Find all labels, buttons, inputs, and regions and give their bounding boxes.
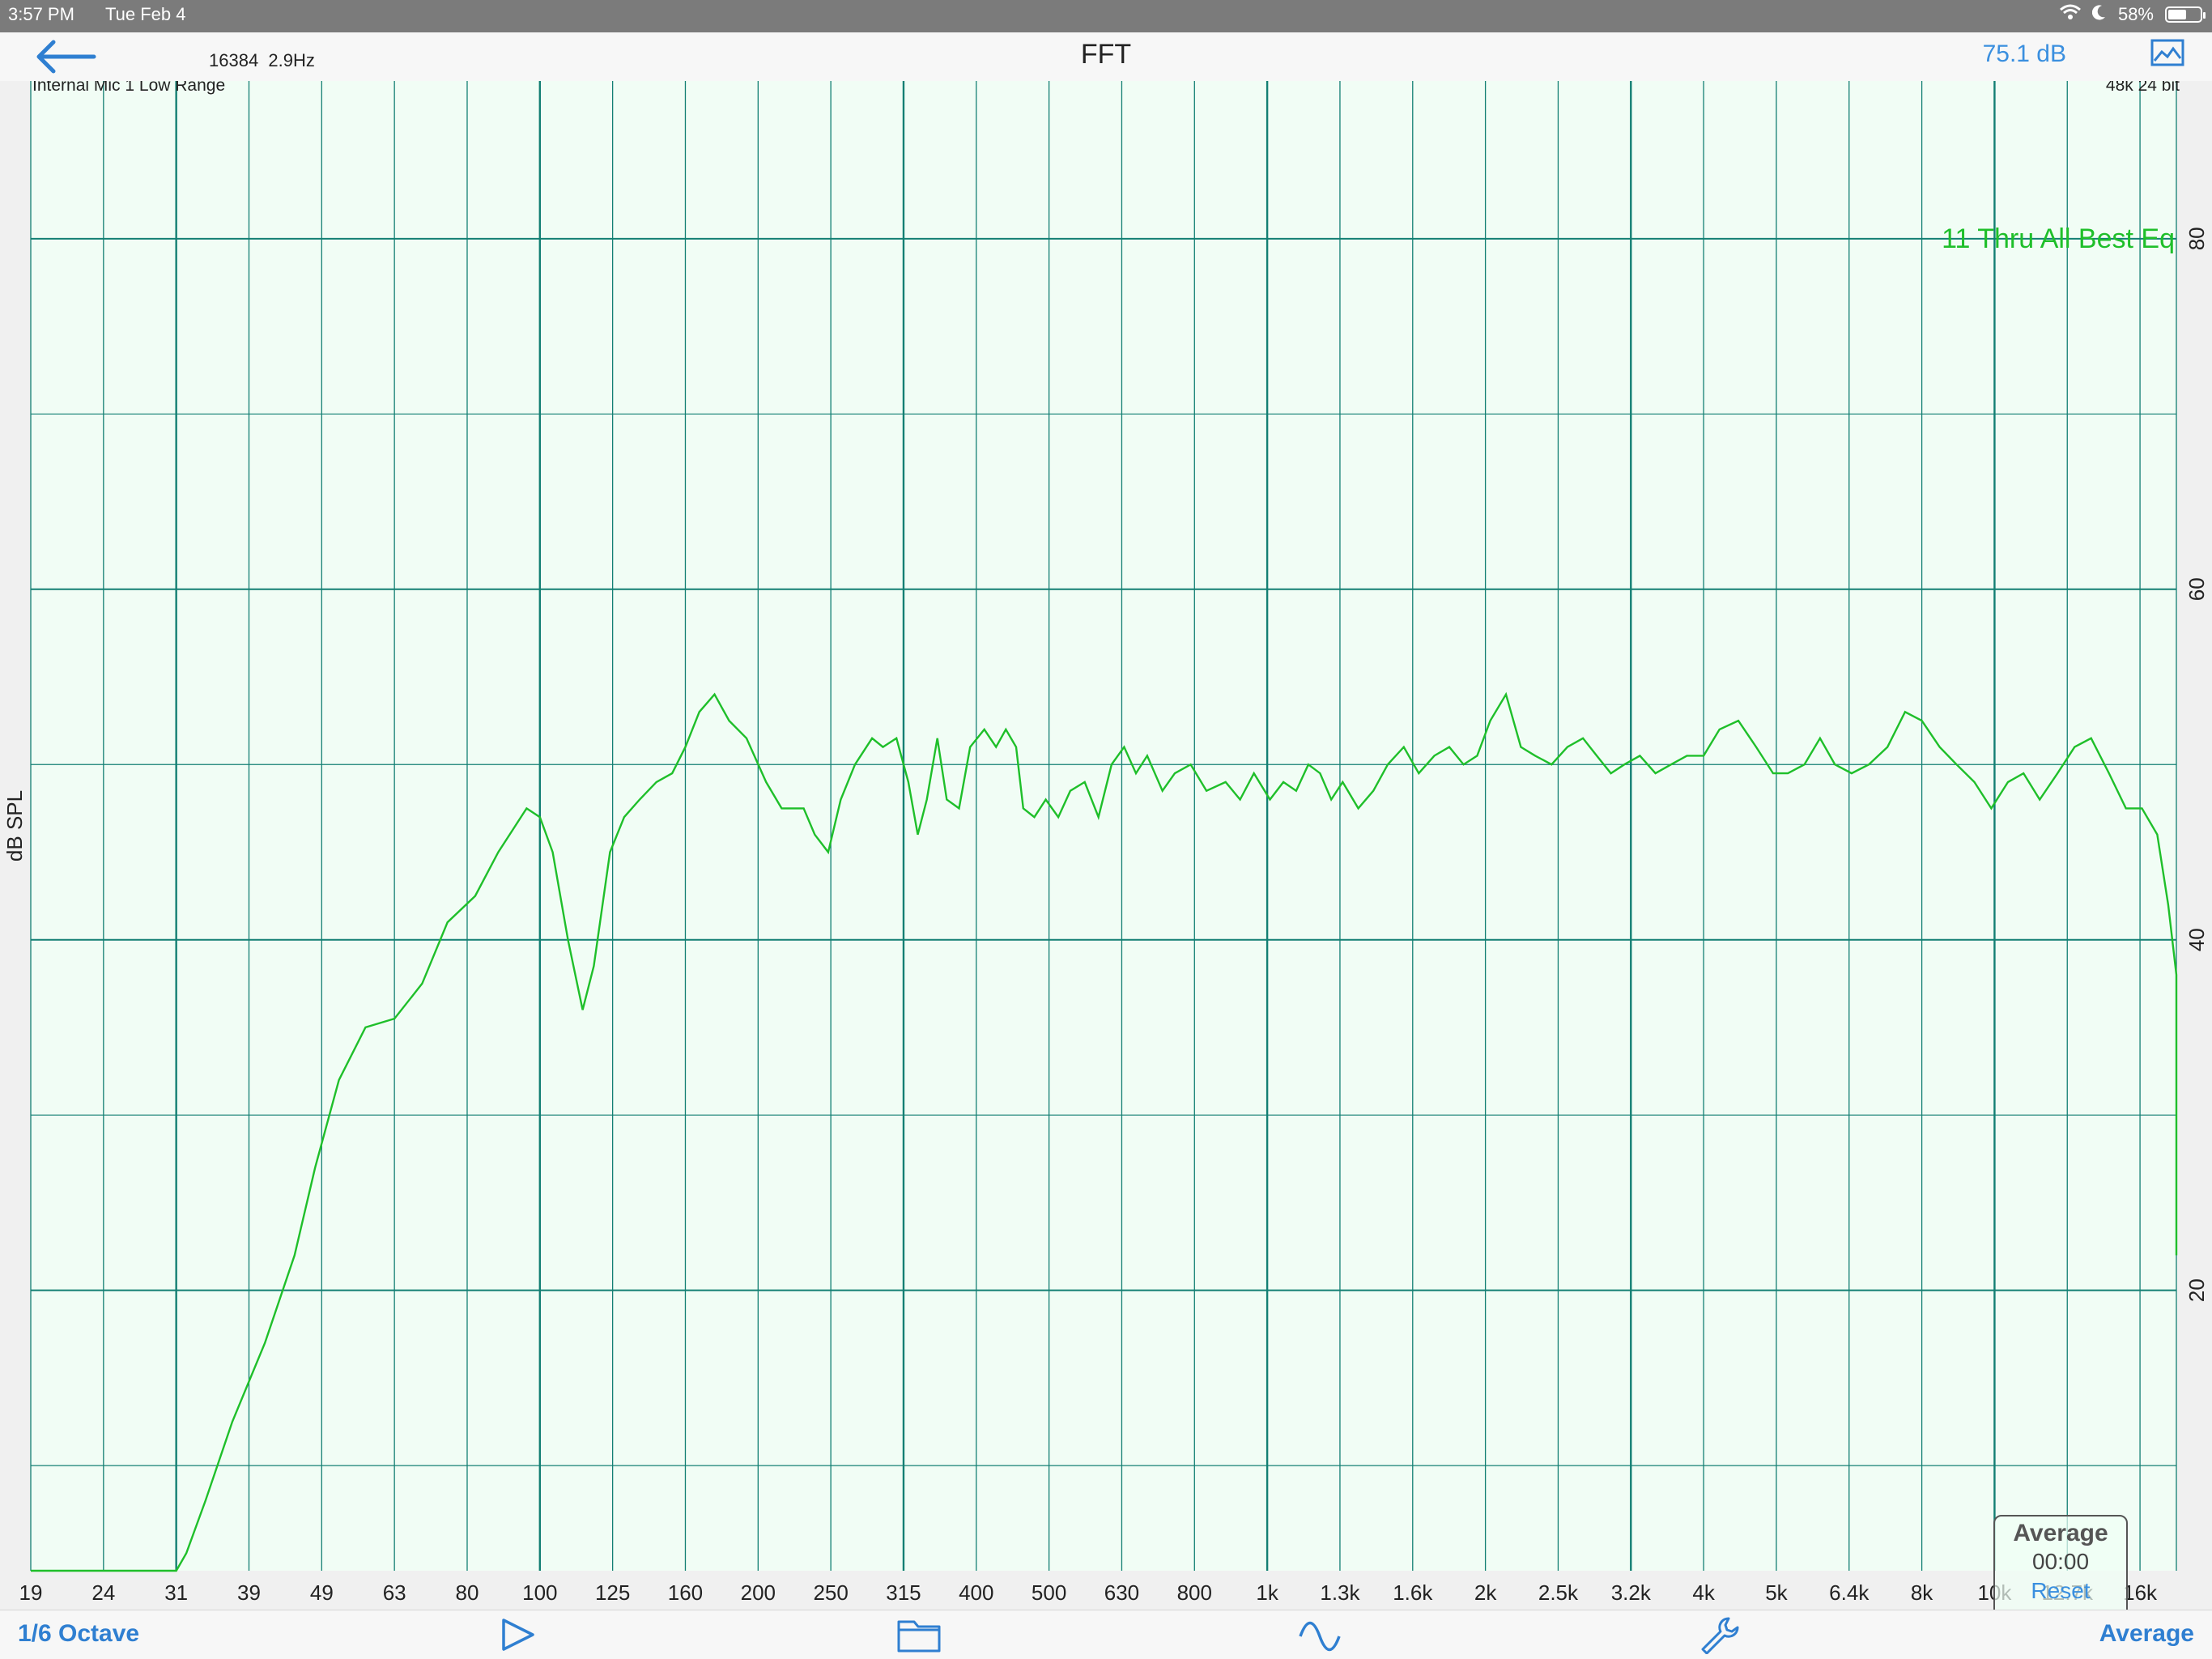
graph-image-icon[interactable] (2150, 39, 2184, 68)
folder-icon[interactable] (896, 1615, 942, 1654)
input-label: Internal Mic 1 Low Range (32, 81, 225, 95)
status-time: 3:57 PM (8, 4, 74, 24)
reset-button[interactable]: Reset (1995, 1578, 2126, 1604)
average-title: Average (2013, 1520, 2108, 1546)
x-tick-label: 39 (237, 1580, 261, 1605)
y-tick-label: 60 (2184, 577, 2209, 601)
x-tick-label: 5k (1765, 1580, 1788, 1605)
back-arrow-icon[interactable] (32, 37, 97, 76)
x-tick-label: 1k (1256, 1580, 1278, 1605)
fft-size-value: 16384 (209, 50, 259, 70)
average-panel: Average 00:00 Reset (1993, 1515, 2128, 1620)
y-tick-label: 20 (2184, 1278, 2209, 1302)
x-tick-label: 2.5k (1538, 1580, 1579, 1605)
page-title: FFT (1080, 39, 1132, 70)
x-tick-label: 250 (813, 1580, 848, 1605)
bottom-toolbar: 1/6 Octave Average (0, 1610, 2212, 1659)
x-tick-label: 24 (91, 1580, 115, 1605)
x-tick-label: 80 (456, 1580, 479, 1605)
y-axis-label: dB SPL (2, 790, 27, 861)
status-bar: 3:57 PM Tue Feb 4 58% (0, 0, 2212, 32)
x-tick-label: 19 (19, 1580, 43, 1605)
play-icon[interactable] (496, 1615, 541, 1654)
status-date: Tue Feb 4 (105, 4, 186, 24)
mode-button[interactable]: Average (2099, 1620, 2194, 1648)
x-tick-label: 100 (522, 1580, 557, 1605)
x-tick-label: 2k (1474, 1580, 1497, 1605)
x-tick-label: 125 (595, 1580, 630, 1605)
average-elapsed: 00:00 (2031, 1549, 2090, 1574)
x-tick-label: 1.3k (1320, 1580, 1360, 1605)
fft-chart[interactable]: 19 24 31 39 49 63 80 100 125 160 200 250 315 400 500 63… (0, 81, 2212, 1614)
plot-background (31, 81, 2176, 1571)
wifi-icon (2059, 4, 2081, 25)
status-right: 58% (2059, 4, 2206, 25)
sine-wave-icon[interactable] (1297, 1615, 1342, 1654)
fft-size: 16384 2.9Hz (209, 50, 315, 71)
x-tick-label: 4k (1692, 1580, 1715, 1605)
x-axis-ticks: 19 24 31 39 49 63 80 100 125 160 200 250 315 400 500 63… (19, 1580, 2159, 1605)
x-tick-label: 3.2k (1611, 1580, 1652, 1605)
fft-resolution: 2.9Hz (268, 50, 315, 70)
y-tick-label: 40 (2184, 928, 2209, 951)
nav-bar: 16384 2.9Hz FFT 75.1 dB (0, 32, 2212, 81)
x-tick-label: 49 (310, 1580, 334, 1605)
battery-fill (2168, 10, 2187, 19)
resolution-button[interactable]: 1/6 Octave (18, 1620, 139, 1648)
x-tick-label: 500 (1032, 1580, 1066, 1605)
x-tick-label: 800 (1177, 1580, 1212, 1605)
battery-icon (2165, 6, 2206, 23)
y-tick-label: 80 (2184, 227, 2209, 250)
x-tick-label: 160 (668, 1580, 703, 1605)
x-tick-label: 16k (2123, 1580, 2158, 1605)
x-tick-label: 6.4k (1829, 1580, 1870, 1605)
overall-level: 75.1 dB (1982, 40, 2066, 67)
x-tick-label: 315 (886, 1580, 921, 1605)
x-tick-label: 31 (164, 1580, 188, 1605)
x-tick-label: 630 (1104, 1580, 1139, 1605)
y-axis-ticks: 20 40 60 80 (2184, 227, 2209, 1302)
moon-icon (2091, 4, 2107, 25)
trace-label: 11 Thru All Best Eq (1942, 223, 2175, 254)
x-tick-label: 8k (1911, 1580, 1933, 1605)
battery-percent: 58% (2117, 4, 2154, 24)
x-tick-label: 200 (741, 1580, 776, 1605)
wrench-icon[interactable] (1696, 1615, 1742, 1655)
fft-plot-area[interactable]: 19 24 31 39 49 63 80 100 125 160 200 250 315 400 500 63… (0, 81, 2212, 1620)
x-tick-label: 1.6k (1393, 1580, 1433, 1605)
x-tick-label: 400 (959, 1580, 993, 1605)
x-tick-label: 63 (383, 1580, 406, 1605)
format-label: 48k 24 bit (2106, 81, 2180, 95)
